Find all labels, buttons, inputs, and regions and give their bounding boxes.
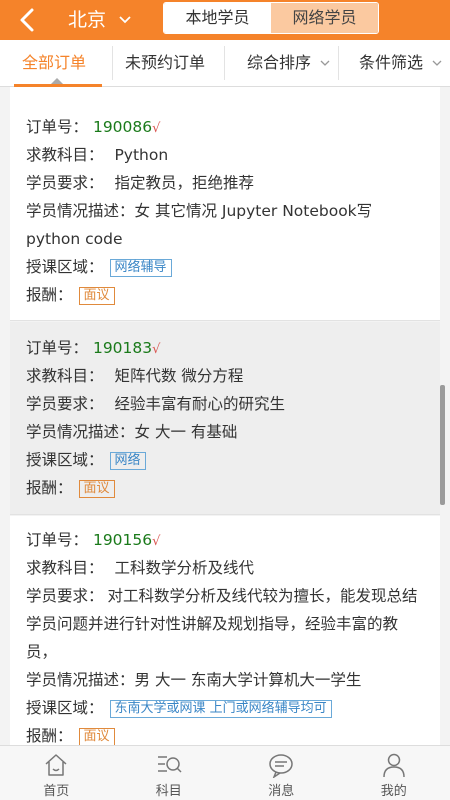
- pay-tag: 面议: [78, 286, 115, 305]
- description-row: 学员情况描述：女 大一 有基础: [26, 422, 237, 442]
- pay-row: 报酬： 面议: [26, 478, 115, 498]
- description-value: 女 大一 有基础: [134, 423, 238, 441]
- order-number-label: 订单号：: [26, 339, 89, 357]
- subject-label: 求教科目：: [26, 367, 104, 385]
- back-arrow-icon: [20, 8, 34, 32]
- nav-subjects-label: 科目: [155, 784, 182, 799]
- user-icon: [383, 753, 405, 778]
- subject-row: 求教科目： 矩阵代数 微分方程: [26, 366, 243, 386]
- divider: [224, 46, 225, 80]
- nav-subjects[interactable]: 科目: [113, 746, 226, 800]
- filter-unbooked-orders[interactable]: 未预约订单: [125, 40, 205, 86]
- pay-label: 报酬：: [26, 286, 73, 304]
- nav-home-label: 首页: [43, 784, 70, 799]
- filter-bar: 全部订单 未预约订单 综合排序 条件筛选: [0, 40, 450, 87]
- pay-row: 报酬： 面议: [26, 285, 115, 305]
- description-label: 学员情况描述：: [26, 202, 135, 220]
- area-tag: 东南大学或网课 上门或网络辅导均可: [109, 699, 332, 718]
- area-label: 授课区域：: [26, 451, 104, 469]
- requirement-row: 学员要求： 经验丰富有耐心的研究生: [26, 394, 285, 414]
- subject-value: 矩阵代数 微分方程: [114, 367, 244, 385]
- description-label: 学员情况描述：: [26, 671, 135, 689]
- chevron-down-icon[interactable]: [118, 14, 132, 26]
- subject-label: 求教科目：: [26, 146, 104, 164]
- top-bar: 北京 本地学员 网络学员: [0, 0, 450, 40]
- tab-online-students[interactable]: 网络学员: [271, 3, 378, 33]
- pay-row: 报酬： 面议: [26, 726, 115, 745]
- requirement-row: 学员要求： 指定教员，拒绝推荐: [26, 173, 254, 193]
- order-number-label: 订单号：: [26, 118, 89, 136]
- bottom-nav: 首页 科目 消息 我的: [0, 745, 450, 800]
- active-filter-pointer: [51, 78, 63, 84]
- requirement-label: 学员要求：: [26, 587, 104, 605]
- pay-tag: 面议: [78, 727, 115, 745]
- area-row: 授课区域： 网络: [26, 450, 146, 470]
- area-label: 授课区域：: [26, 258, 104, 276]
- nav-mine[interactable]: 我的: [338, 746, 450, 800]
- order-number-label: 订单号：: [26, 531, 89, 549]
- order-number-row: 订单号： 190183√: [26, 338, 160, 360]
- tab-local-students[interactable]: 本地学员: [164, 3, 271, 33]
- chevron-down-icon: [432, 60, 442, 66]
- area-tag: 网络: [109, 451, 146, 470]
- message-icon: [269, 754, 293, 778]
- subject-label: 求教科目：: [26, 559, 104, 577]
- order-card[interactable]: 订单号： 190086√ 求教科目： Python 学员要求： 指定教员，拒绝推…: [10, 87, 440, 321]
- requirement-label: 学员要求：: [26, 174, 104, 192]
- description-row: 学员情况描述：男 大一 东南大学计算机大一学生: [26, 670, 361, 690]
- nav-home[interactable]: 首页: [0, 746, 113, 800]
- filter-sort[interactable]: 综合排序: [247, 40, 311, 86]
- order-card[interactable]: 订单号： 190183√ 求教科目： 矩阵代数 微分方程 学员要求： 经验丰富有…: [10, 322, 440, 515]
- scrollbar[interactable]: [440, 385, 445, 505]
- description-value: 男 大一 东南大学计算机大一学生: [134, 671, 362, 689]
- student-type-switch: 本地学员 网络学员: [163, 2, 379, 34]
- nav-messages[interactable]: 消息: [225, 746, 338, 800]
- order-list[interactable]: 订单号： 190086√ 求教科目： Python 学员要求： 指定教员，拒绝推…: [10, 87, 440, 745]
- requirement-value: 指定教员，拒绝推荐: [114, 174, 254, 192]
- nav-mine-label: 我的: [380, 784, 407, 799]
- order-number: 190183: [92, 339, 153, 357]
- requirement-value: 经验丰富有耐心的研究生: [114, 395, 285, 413]
- description-row: 学员情况描述：女 其它情况 Jupyter Notebook写python co…: [26, 197, 424, 253]
- divider: [112, 46, 113, 80]
- requirement-row: 学员要求： 对工科数学分析及线代较为擅长，能发现总结学员问题并进行针对性讲解及规划…: [26, 582, 424, 666]
- order-number-row: 订单号： 190156√: [26, 530, 160, 552]
- pay-label: 报酬：: [26, 479, 73, 497]
- divider: [338, 46, 339, 80]
- check-mark: √: [152, 342, 161, 357]
- order-number-row: 订单号： 190086√: [26, 117, 160, 139]
- requirement-label: 学员要求：: [26, 395, 104, 413]
- order-number: 190086: [92, 118, 153, 136]
- description-label: 学员情况描述：: [26, 423, 135, 441]
- subject-search-icon: [157, 756, 182, 773]
- nav-messages-label: 消息: [268, 784, 295, 799]
- area-label: 授课区域：: [26, 699, 104, 717]
- check-mark: √: [152, 121, 161, 136]
- home-icon: [45, 754, 67, 776]
- subject-row: 求教科目： Python: [26, 145, 168, 165]
- area-row: 授课区域： 网络辅导: [26, 257, 172, 277]
- area-tag: 网络辅导: [109, 258, 172, 277]
- order-number: 190156: [92, 531, 153, 549]
- check-mark: √: [152, 534, 161, 549]
- pay-label: 报酬：: [26, 727, 73, 745]
- city-selector[interactable]: 北京: [68, 7, 106, 33]
- back-button[interactable]: [14, 6, 42, 34]
- subject-row: 求教科目： 工科数学分析及线代: [26, 558, 254, 578]
- area-row: 授课区域： 东南大学或网课 上门或网络辅导均可: [26, 698, 332, 718]
- filter-conditions[interactable]: 条件筛选: [359, 40, 423, 86]
- pay-tag: 面议: [78, 479, 115, 498]
- subject-value: 工科数学分析及线代: [114, 559, 254, 577]
- chevron-down-icon: [320, 60, 330, 66]
- order-card[interactable]: 订单号： 190156√ 求教科目： 工科数学分析及线代 学员要求： 对工科数学分…: [10, 516, 440, 745]
- subject-value: Python: [114, 146, 169, 164]
